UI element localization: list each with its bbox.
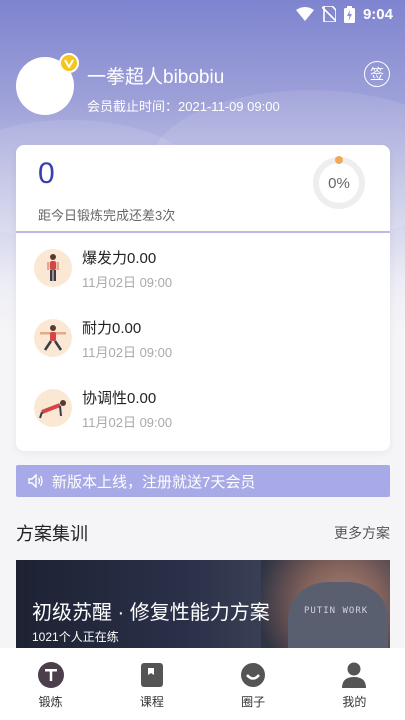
username: 一拳超人bibobiu [87, 67, 225, 88]
plan-title: 初级苏醒 · 修复性能力方案 [32, 602, 270, 624]
item-title: 爆发力0.00 [82, 250, 157, 267]
card-divider [16, 231, 390, 233]
no-sim-icon [321, 6, 336, 22]
course-icon [139, 662, 165, 688]
item-time: 11月02日 09:00 [82, 415, 173, 430]
plan-banner[interactable]: PUTIN WORK 初级苏醒 · 修复性能力方案 1021个人正在练 [16, 560, 390, 652]
workout-count: 0 [38, 157, 55, 190]
speaker-icon [28, 474, 43, 488]
item-time: 11月02日 09:00 [82, 345, 173, 360]
status-time: 9:04 [362, 5, 393, 23]
section-title: 方案集训 [16, 524, 88, 544]
membership-expire-text: 会员截止时间：2021-11-09 09:00 [87, 99, 280, 114]
tab-course[interactable]: 课程 [101, 648, 202, 720]
item-title: 协调性0.00 [82, 390, 157, 407]
burst-power-figure-icon [34, 249, 72, 287]
ability-item-endurance[interactable]: 耐力0.00 11月02日 09:00 [34, 317, 364, 365]
profile-icon [341, 662, 367, 688]
shirt-text: PUTIN WORK [304, 606, 369, 616]
endurance-figure-icon [34, 319, 72, 357]
bottom-tab-bar: 锻炼 课程 圈子 我的 [0, 648, 405, 720]
athlete-shirt [288, 582, 388, 652]
status-bar: 9:04 [0, 0, 405, 28]
announcement-banner[interactable]: 新版本上线，注册就送7天会员 [16, 465, 390, 497]
tab-label: 课程 [139, 695, 164, 709]
coordination-figure-icon [34, 389, 72, 427]
circle-icon [240, 662, 266, 688]
progress-percent: 0% [328, 174, 350, 192]
tab-label: 圈子 [241, 695, 266, 709]
plan-participants: 1021个人正在练 [32, 630, 119, 644]
sign-in-button[interactable]: 签 [364, 61, 390, 87]
tab-profile[interactable]: 我的 [304, 648, 405, 720]
training-icon [37, 662, 64, 688]
tab-label: 我的 [342, 695, 367, 709]
vip-badge-icon [59, 53, 79, 73]
tab-training[interactable]: 锻炼 [0, 648, 101, 720]
remaining-workouts-text: 距今日锻炼完成还差3次 [38, 208, 176, 223]
avatar-container[interactable] [16, 53, 79, 115]
more-plans-link[interactable]: 更多方案 [334, 523, 390, 543]
ability-item-coordination[interactable]: 协调性0.00 11月02日 09:00 [34, 387, 364, 435]
battery-charging-icon [343, 5, 355, 23]
item-time: 11月02日 09:00 [82, 275, 173, 290]
tab-label: 锻炼 [38, 695, 63, 709]
wifi-icon [295, 7, 314, 21]
ability-item-burst[interactable]: 爆发力0.00 11月02日 09:00 [34, 247, 364, 295]
item-title: 耐力0.00 [82, 320, 142, 337]
progress-card: 0 距今日锻炼完成还差3次 0% 爆发力0.00 11月02日 09:00 耐力… [16, 145, 390, 451]
announcement-text: 新版本上线，注册就送7天会员 [52, 473, 256, 491]
tab-circle[interactable]: 圈子 [203, 648, 304, 720]
